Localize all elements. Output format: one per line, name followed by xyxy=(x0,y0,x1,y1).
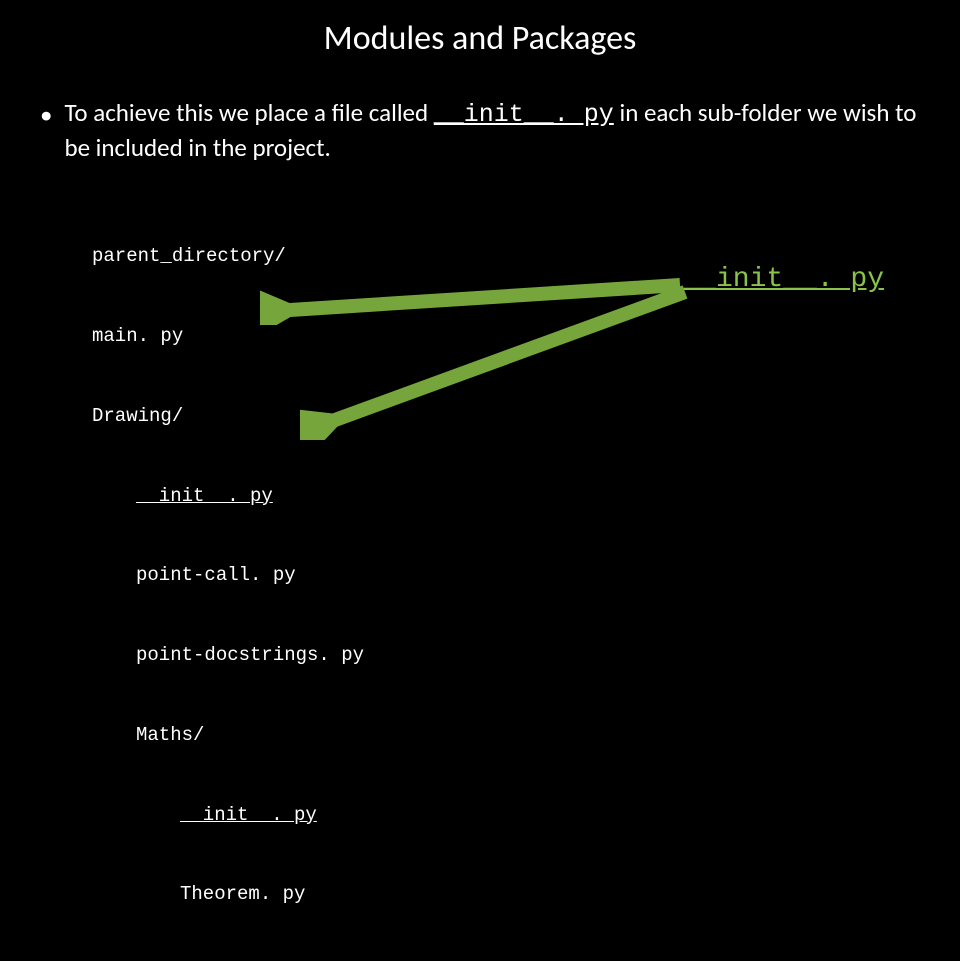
tree-line-init: __init__. py xyxy=(92,483,920,510)
bullet-code: __init__. py xyxy=(434,100,614,129)
tree-line: Maths/ xyxy=(92,722,920,749)
slide-title: Modules and Packages xyxy=(0,0,960,59)
tree-line: Drawing/ xyxy=(92,403,920,430)
callout-label: __init__. py xyxy=(682,264,884,295)
tree-line: point-call. py xyxy=(92,562,920,589)
tree-line: main. py xyxy=(92,323,920,350)
tree-line: Theorem. py xyxy=(92,881,920,908)
slide-body: • To achieve this we place a file called… xyxy=(0,59,960,961)
bullet-text: To achieve this we place a file called _… xyxy=(64,97,920,164)
bullet-dot: • xyxy=(40,99,52,132)
tree-line: point-docstrings. py xyxy=(92,642,920,669)
bullet-item: • To achieve this we place a file called… xyxy=(40,97,920,164)
bullet-lead: To achieve this we place a file called xyxy=(64,97,433,128)
tree-line-init: __init__. py xyxy=(92,802,920,829)
directory-tree: parent_directory/ main. py Drawing/ __in… xyxy=(92,190,920,961)
